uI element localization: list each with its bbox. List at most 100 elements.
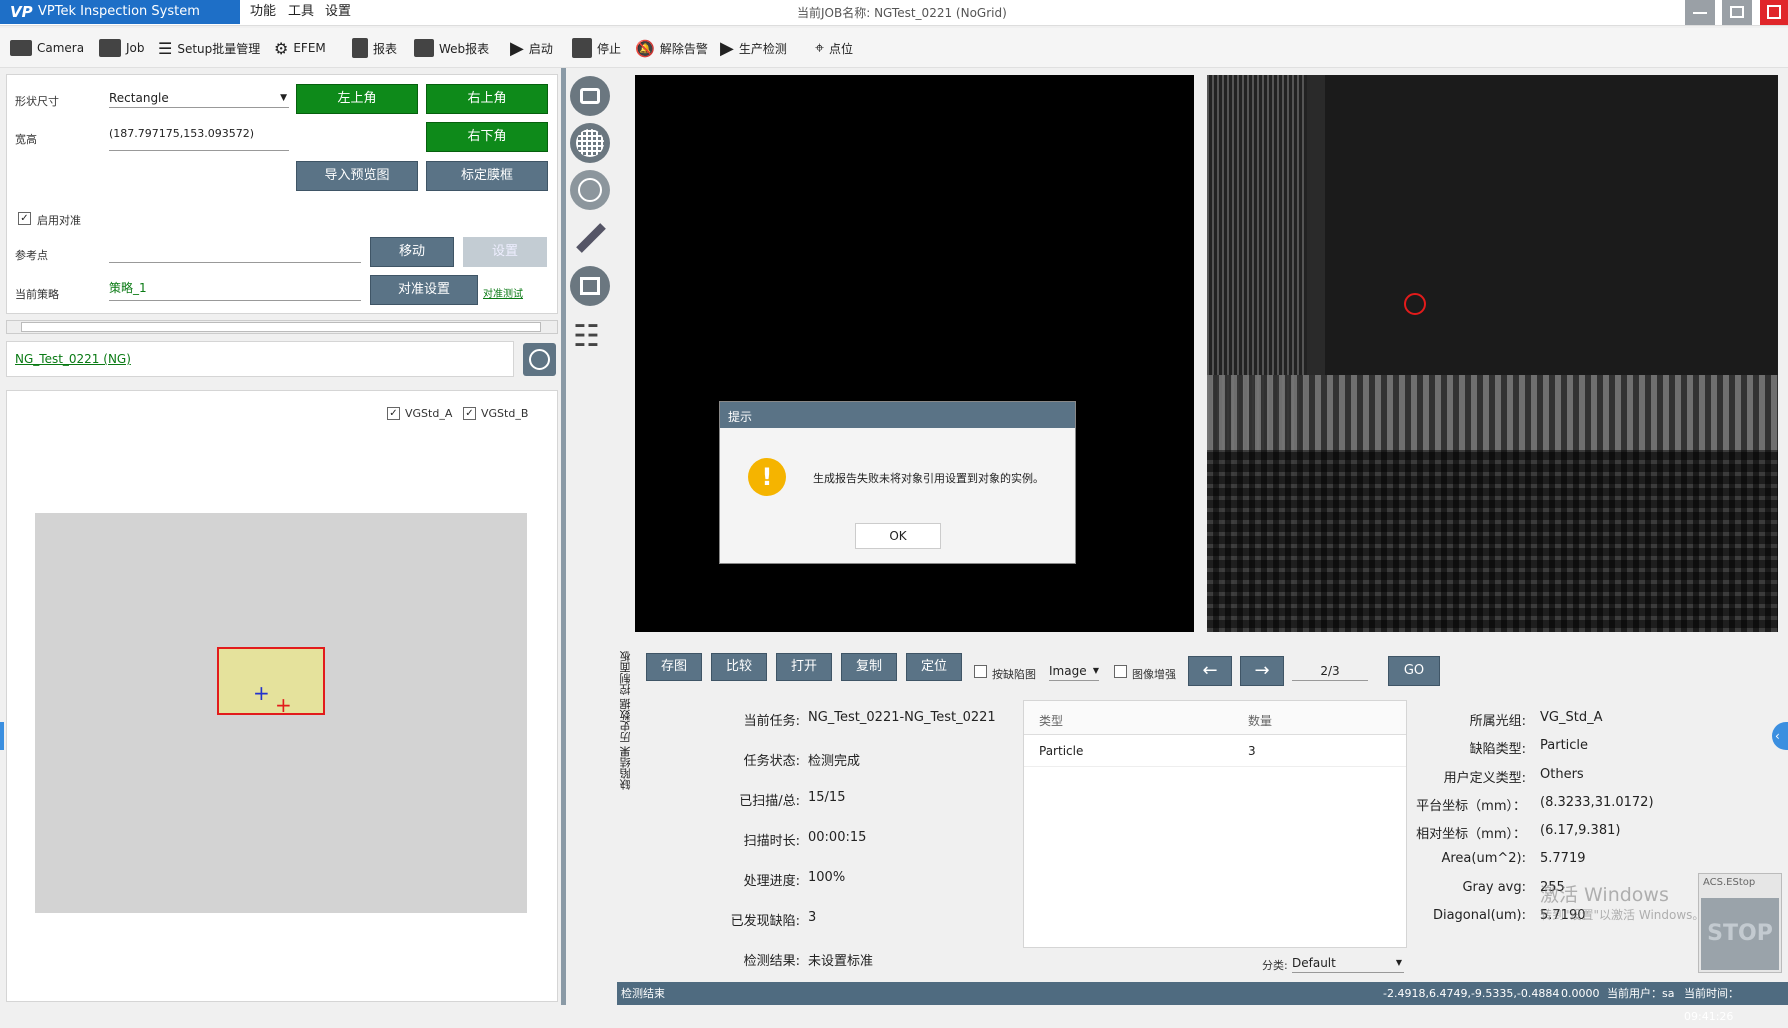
compare-button[interactable]: 比较: [711, 653, 767, 681]
activation-watermark-text: 转到"设置"以激活 Windows。: [1540, 908, 1705, 922]
scrollbar-thumb[interactable]: [21, 322, 541, 332]
camera-tool-button[interactable]: [570, 76, 610, 116]
maximize-button[interactable]: [1722, 0, 1752, 25]
toolbar-web-report-button[interactable]: Web报表: [414, 34, 489, 62]
camera-icon: [580, 88, 600, 104]
align-test-link[interactable]: 对准测试: [483, 285, 523, 300]
gear-icon: [529, 349, 550, 370]
vg-a-label: VGStd_A: [405, 407, 453, 420]
horizontal-scrollbar[interactable]: [6, 320, 558, 334]
warning-icon: !: [748, 458, 786, 496]
detail-value: 5.7719: [1540, 851, 1586, 866]
ref-point-label: 参考点: [15, 249, 48, 262]
detail-key: 平台坐标（mm）：: [1416, 799, 1526, 814]
measure-tool-button[interactable]: [570, 218, 610, 258]
left-edge-tab[interactable]: [0, 722, 4, 750]
shape-select[interactable]: Rectangle ▼: [109, 89, 289, 108]
play-icon: ▶: [720, 37, 734, 59]
defect-marker[interactable]: [1404, 293, 1426, 315]
stop-icon: [572, 38, 592, 58]
tab-history[interactable]: 历史数据: [619, 699, 632, 743]
toolbar-clear-alarm-button[interactable]: 🔕 解除告警: [635, 34, 708, 62]
vg-b-checkbox[interactable]: ✓: [463, 407, 476, 420]
detail-key: Gray avg:: [1462, 880, 1526, 895]
locate-button[interactable]: 定位: [906, 653, 962, 681]
toolbar-camera-button[interactable]: Camera: [10, 34, 84, 62]
next-button[interactable]: →: [1240, 656, 1284, 686]
robot-arm-icon: ⚙: [274, 38, 289, 58]
stat-key: 已扫描/总:: [739, 794, 800, 809]
ref-point-input[interactable]: [109, 241, 361, 263]
set-button[interactable]: 设置: [463, 237, 547, 267]
detail-value: VG_Std_A: [1540, 710, 1603, 725]
die-region[interactable]: [217, 647, 325, 715]
app-title: VPTek Inspection System 4.3.8.8810: [0, 0, 240, 43]
job-link[interactable]: NG_Test_0221 (NG): [15, 352, 131, 366]
menu-function[interactable]: 功能: [250, 0, 276, 24]
enhance-checkbox[interactable]: [1114, 665, 1127, 678]
task-stats: 当前任务: NG_Test_0221-NG_Test_0221 任务状态: 检测完成…: [660, 710, 1000, 980]
camera-icon: [10, 40, 32, 56]
toolbar-position-button[interactable]: ⌖ 点位: [815, 34, 853, 62]
wafer-preview-canvas[interactable]: + +: [35, 513, 527, 913]
play-icon: ▶: [510, 37, 524, 59]
checklist-tool-button[interactable]: ☷: [573, 320, 609, 354]
top-right-button[interactable]: 右上角: [426, 84, 548, 114]
minimize-button[interactable]: [1685, 0, 1715, 25]
estop-panel: ACS.EStop STOP: [1698, 873, 1782, 973]
top-left-button[interactable]: 左上角: [296, 84, 418, 114]
refresh-settings-button[interactable]: [523, 343, 556, 376]
status-user: 当前用户：sa: [1607, 987, 1675, 1000]
toolbar-efem-button[interactable]: ⚙ EFEM: [274, 34, 326, 62]
chevron-left-icon: ‹: [1775, 729, 1780, 743]
stat-value: 00:00:15: [808, 830, 867, 845]
estop-label: ACS.EStop: [1703, 877, 1756, 888]
page-input[interactable]: 2/3: [1292, 662, 1368, 681]
menu-settings[interactable]: 设置: [325, 0, 351, 24]
maximize-icon: [1730, 6, 1744, 18]
strategy-value: 策略_1: [109, 279, 361, 301]
by-defect-checkbox[interactable]: [974, 665, 987, 678]
exit-icon: [1767, 5, 1781, 19]
bottom-right-button[interactable]: 右下角: [426, 122, 548, 152]
detail-key: 所属光组:: [1469, 714, 1526, 729]
die-map-tool-button[interactable]: [570, 170, 610, 210]
panel-splitter[interactable]: [561, 68, 566, 1005]
mark-frame-button[interactable]: 标定膜框: [426, 161, 548, 191]
row-type: Particle: [1039, 744, 1084, 758]
image-tool-button[interactable]: [570, 266, 610, 306]
collapse-panel-button[interactable]: ‹: [1772, 722, 1788, 750]
tab-control-panel[interactable]: 控制面板: [619, 651, 632, 695]
toolbar-stop-button[interactable]: 停止: [572, 34, 621, 62]
image-select[interactable]: Image ▼: [1049, 662, 1099, 681]
open-button[interactable]: 打开: [776, 653, 832, 681]
table-row[interactable]: Particle 3: [1024, 735, 1406, 767]
toolbar-job-button[interactable]: Job: [99, 34, 145, 62]
grid-tool-button[interactable]: [570, 123, 610, 163]
save-image-button[interactable]: 存图: [646, 653, 702, 681]
stat-value: NG_Test_0221-NG_Test_0221: [808, 710, 996, 725]
align-settings-button[interactable]: 对准设置: [370, 275, 478, 305]
toolbar-setup-button[interactable]: ☰ Setup批量管理: [158, 34, 260, 62]
move-button[interactable]: 移动: [370, 237, 454, 267]
right-image-view[interactable]: [1207, 75, 1778, 632]
activation-watermark-title: 激活 Windows: [1540, 884, 1669, 906]
vg-a-checkbox[interactable]: ✓: [387, 407, 400, 420]
close-button[interactable]: [1760, 0, 1788, 25]
toolbar-start-button[interactable]: ▶ 启动: [510, 34, 553, 62]
toolbar-production-button[interactable]: ▶ 生产检测: [720, 34, 787, 62]
copy-button[interactable]: 复制: [841, 653, 897, 681]
classify-select[interactable]: Default ▼: [1292, 954, 1404, 973]
monitor-icon: [414, 39, 434, 57]
import-preview-button[interactable]: 导入预览图: [296, 161, 418, 191]
enable-align-checkbox[interactable]: ✓: [18, 212, 31, 225]
dialog-ok-button[interactable]: OK: [855, 523, 941, 549]
dialog-title: 提示: [720, 402, 1075, 428]
estop-button[interactable]: STOP: [1701, 898, 1779, 970]
toolbar-report-button[interactable]: 报表: [352, 34, 397, 62]
prev-button[interactable]: ←: [1188, 656, 1232, 686]
menu-tools[interactable]: 工具: [288, 0, 314, 24]
go-button[interactable]: GO: [1388, 656, 1440, 686]
circuit-lower: [1207, 450, 1778, 632]
tab-defect-results[interactable]: 缺陷结果: [619, 746, 632, 790]
